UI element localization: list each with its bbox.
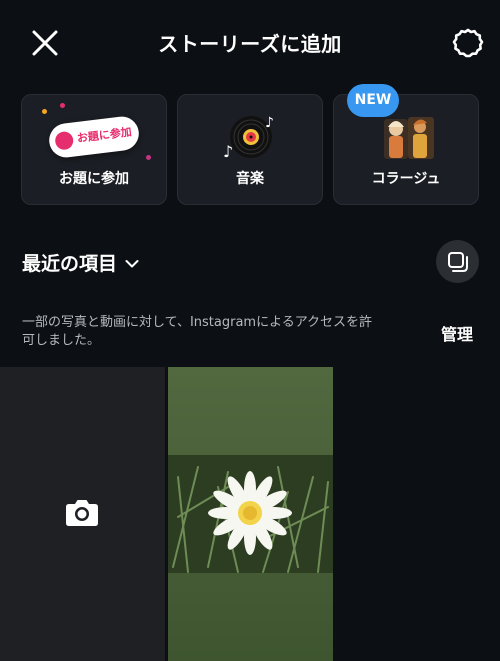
recent-dropdown[interactable]: 最近の項目 [22,249,139,276]
collage-card[interactable]: NEW コラージュ [333,84,479,205]
permission-message: 一部の写真と動画に対して、Instagramによるアクセスを許可しました。 [22,315,373,348]
svg-text:♪: ♪ [223,142,233,161]
topic-card-label: お題に参加 [59,171,129,187]
topic-card[interactable]: お題に参加 お題に参加 [21,94,167,205]
photo-thumbnail[interactable] [168,367,333,661]
collage-icon [384,117,434,159]
music-record-icon: ♪ ♪ [223,115,274,161]
topic-sticker: お題に参加 [47,114,141,160]
daisy-photo [168,367,333,661]
multi-select-icon [448,252,468,272]
sticker-options: お題に参加 お題に参加 ♪ ♪ 音楽 NEW コラージュ [21,84,479,206]
svg-text:♪: ♪ [265,115,274,131]
chevron-down-icon [125,259,139,267]
topic-icon [54,130,75,151]
topic-sticker-text: お題に参加 [76,125,133,146]
gear-icon[interactable] [452,27,484,59]
collage-card-label: コラージュ [371,171,441,187]
music-card[interactable]: ♪ ♪ 音楽 [177,94,323,205]
camera-tile[interactable] [0,367,165,661]
header: ストーリーズに追加 [0,0,500,86]
camera-icon [66,500,98,526]
multi-select-button[interactable] [436,240,479,283]
music-card-label: 音楽 [236,171,264,187]
confetti-dot [42,109,47,114]
confetti-dot [146,155,151,160]
manage-button[interactable]: 管理 [441,321,473,345]
confetti-dot [60,103,65,108]
page-title: ストーリーズに追加 [158,32,342,56]
recent-title: 最近の項目 [22,253,118,275]
